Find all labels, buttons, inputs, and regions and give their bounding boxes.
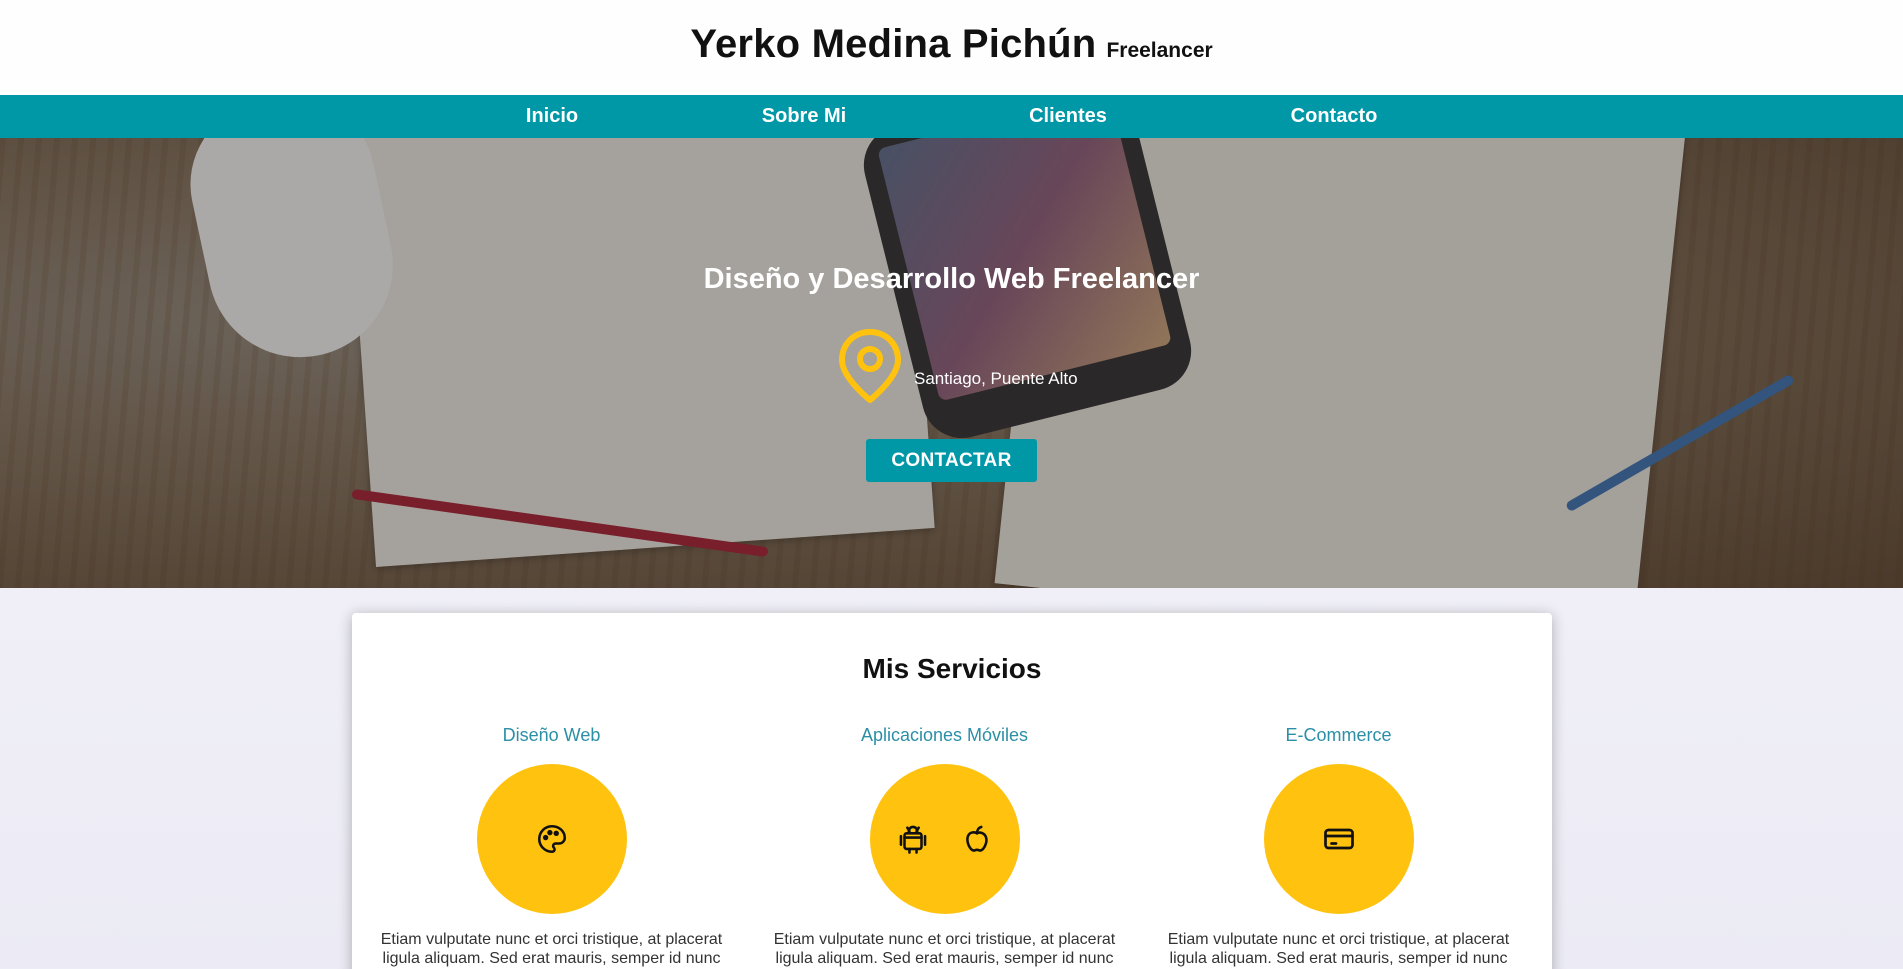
location-text: Santiago, Puente Alto bbox=[914, 369, 1078, 388]
brand-name: Yerko Medina Pichún bbox=[690, 22, 1097, 66]
apple-icon bbox=[965, 825, 988, 852]
main-nav: Inicio Sobre Mi Clientes Contacto bbox=[0, 95, 1903, 138]
service-description: Etiam vulputate nunc et orci tristique, … bbox=[380, 931, 723, 967]
palette-icon bbox=[537, 824, 566, 854]
service-item-mobile-apps: Aplicaciones Móviles Etiam vulputate nun… bbox=[748, 725, 1141, 968]
service-name: Aplicaciones Móviles bbox=[860, 725, 1029, 745]
services-title: Mis Servicios bbox=[862, 653, 1042, 684]
hero-content: Diseño y Desarrollo Web Freelancer Santi… bbox=[0, 138, 1903, 588]
hero-title: Diseño y Desarrollo Web Freelancer bbox=[703, 263, 1200, 295]
nav-item-inicio[interactable]: Inicio bbox=[526, 95, 578, 138]
service-description: Etiam vulputate nunc et orci tristique, … bbox=[773, 931, 1116, 967]
service-icon-circle bbox=[1263, 764, 1414, 914]
nav-item-contacto[interactable]: Contacto bbox=[1291, 95, 1378, 138]
hero-section: Diseño y Desarrollo Web Freelancer Santi… bbox=[0, 138, 1903, 588]
nav-item-clientes[interactable]: Clientes bbox=[1029, 95, 1107, 138]
contact-button[interactable]: CONTACTAR bbox=[866, 439, 1037, 482]
hero-location: Santiago, Puente Alto bbox=[836, 328, 1078, 404]
services-card: Mis Servicios Diseño Web Etiam vulputate… bbox=[352, 613, 1552, 969]
brand-tagline: Freelancer bbox=[1106, 39, 1213, 62]
service-icon-circle bbox=[869, 764, 1020, 914]
map-pin-icon bbox=[839, 329, 901, 403]
service-name: Diseño Web bbox=[502, 725, 601, 745]
service-item-ecommerce: E-Commerce Etiam vulputate nunc et orci … bbox=[1142, 725, 1535, 968]
site-header: Yerko Medina Pichún Freelancer bbox=[0, 0, 1903, 95]
credit-card-icon bbox=[1323, 828, 1354, 850]
brand: Yerko Medina Pichún Freelancer bbox=[690, 22, 1212, 67]
service-name: E-Commerce bbox=[1285, 725, 1392, 745]
service-icon-circle bbox=[476, 764, 627, 914]
service-item-web-design: Diseño Web Etiam vulputate nunc et orci … bbox=[355, 725, 748, 968]
service-description: Etiam vulputate nunc et orci tristique, … bbox=[1167, 931, 1510, 967]
android-icon bbox=[899, 825, 926, 854]
nav-item-sobre-mi[interactable]: Sobre Mi bbox=[762, 95, 846, 138]
